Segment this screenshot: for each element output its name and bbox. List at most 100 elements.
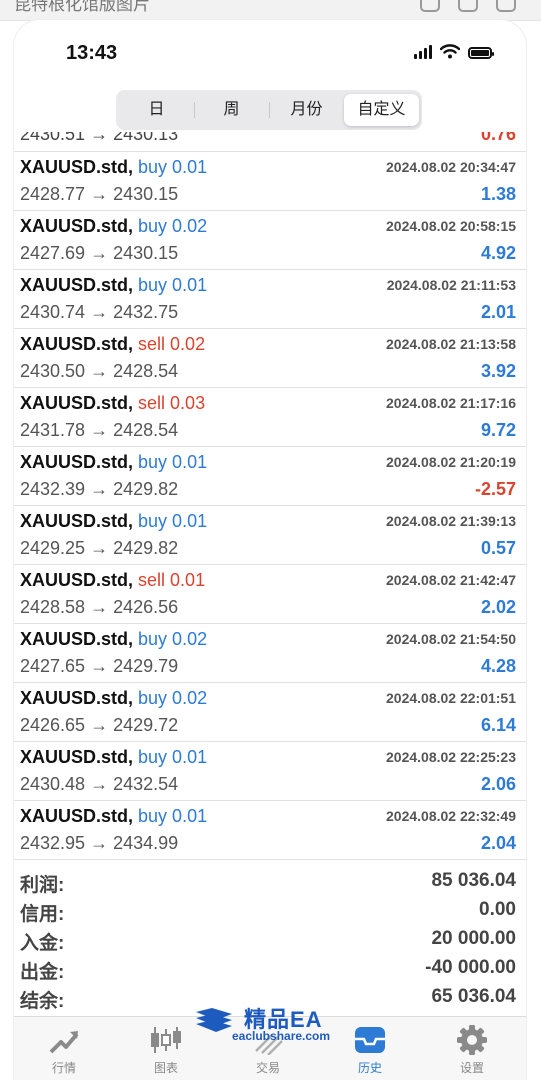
summary-value: 0.00 <box>479 899 516 920</box>
trade-side: buy 0.02 <box>138 629 208 649</box>
book-logo-icon <box>196 1008 232 1032</box>
trade-side: buy 0.01 <box>138 157 208 177</box>
trade-side: buy 0.01 <box>138 747 208 767</box>
trade-prices: 2432.39 → 2429.82 <box>20 479 179 499</box>
trade-symbol: XAUUSD.std, sell 0.01 <box>20 570 205 591</box>
summary-label: 结余: <box>20 991 65 1012</box>
trade-profit: 2.02 <box>480 597 516 617</box>
trade-time: 2024.08.02 22:25:23 <box>386 749 516 765</box>
period-tab-custom[interactable]: 自定义 <box>344 94 419 126</box>
list-item[interactable]: XAUUSD.std, buy 0.01 2024.08.02 22:25:23 2… <box>14 742 526 801</box>
period-tab-month[interactable]: 月份 <box>269 94 344 126</box>
trade-prices: 2430.50 → 2428.54 <box>20 361 179 381</box>
trade-profit: 4.92 <box>480 243 516 263</box>
quotes-icon <box>49 1031 79 1054</box>
trade-time: 2024.08.02 21:11:53 <box>386 277 516 293</box>
symbol-label: XAUUSD.std, <box>20 806 134 826</box>
trade-side: buy 0.01 <box>138 275 208 295</box>
symbol-label: XAUUSD.std, <box>20 511 134 531</box>
list-item[interactable]: XAUUSD.std, buy 0.01 2024.08.02 21:39:13 2… <box>14 506 526 565</box>
period-segmented-control: 日 周 月份 自定义 <box>116 90 422 130</box>
summary-value: 20 000.00 <box>431 928 516 949</box>
watermark-subtitle: eaclubshare.com <box>232 1029 331 1043</box>
trade-profit: 6.14 <box>480 715 516 735</box>
list-item[interactable]: XAUUSD.std, buy 0.02 2024.08.02 20:58:15 2… <box>14 211 526 270</box>
trade-profit: 0.57 <box>480 538 516 558</box>
trade-profit: 2.01 <box>480 302 516 322</box>
summary-value: 65 036.04 <box>431 986 516 1007</box>
list-item[interactable]: XAUUSD.std, buy 0.02 2024.08.02 21:54:50 2… <box>14 624 526 683</box>
list-item[interactable]: XAUUSD.std, sell 0.01 2024.08.02 21:42:47… <box>14 565 526 624</box>
trade-side: buy 0.02 <box>138 688 208 708</box>
trade-profit: 3.92 <box>480 361 516 381</box>
trade-time: 2024.08.02 20:34:47 <box>386 159 516 175</box>
symbol-label: XAUUSD.std, <box>20 452 134 472</box>
period-tab-week[interactable]: 周 <box>194 94 269 126</box>
summary-row-profit: 利润: 85 036.04 <box>14 868 526 897</box>
trade-side: buy 0.01 <box>138 511 208 531</box>
tab-label: 图表 <box>153 1061 178 1075</box>
trade-history-list: 2430.51 → 2430.13 0.76 XAUUSD.std, buy 0… <box>14 132 526 860</box>
trade-symbol: XAUUSD.std, sell 0.03 <box>20 393 205 414</box>
period-tab-day[interactable]: 日 <box>119 94 194 126</box>
list-item[interactable]: XAUUSD.std, buy 0.02 2024.08.02 22:01:51 2… <box>14 683 526 742</box>
list-item-partial[interactable]: 2430.51 → 2430.13 0.76 <box>14 132 526 152</box>
trade-time: 2024.08.02 21:42:47 <box>386 572 516 588</box>
trade-prices: 2427.69 → 2430.15 <box>20 243 179 263</box>
list-item[interactable]: XAUUSD.std, buy 0.01 2024.08.02 21:11:53 2… <box>14 270 526 329</box>
trade-side: sell 0.02 <box>138 334 206 354</box>
summary-row-credit: 信用: 0.00 <box>14 897 526 926</box>
summary-row-withdrawal: 出金: -40 000.00 <box>14 955 526 984</box>
trade-profit: 9.72 <box>480 420 516 440</box>
trade-time: 2024.08.02 21:13:58 <box>386 336 516 352</box>
trade-prices: 2430.74 → 2432.75 <box>20 302 179 322</box>
tab-settings[interactable]: 设置 <box>432 1023 512 1076</box>
window-button-icon <box>420 0 440 12</box>
trade-side: buy 0.02 <box>138 216 208 236</box>
screenshot-top-frame: 昆特根化馆版图片 <box>0 0 541 21</box>
trade-profit: -2.57 <box>474 479 516 499</box>
trade-time: 2024.08.02 21:54:50 <box>386 631 516 647</box>
tab-label: 设置 <box>459 1061 484 1075</box>
symbol-label: XAUUSD.std, <box>20 334 134 354</box>
list-item[interactable]: XAUUSD.std, buy 0.01 2024.08.02 20:34:47 2… <box>14 152 526 211</box>
trade-symbol: XAUUSD.std, sell 0.02 <box>20 334 205 355</box>
wifi-icon <box>440 44 460 59</box>
symbol-label: XAUUSD.std, <box>20 393 134 413</box>
account-summary: 利润: 85 036.04 信用: 0.00 入金: 20 000.00 出金:… <box>14 868 526 1013</box>
trade-prices: 2430.51 → 2430.13 <box>20 132 179 144</box>
list-item[interactable]: XAUUSD.std, sell 0.02 2024.08.02 21:13:58… <box>14 329 526 388</box>
list-item[interactable]: XAUUSD.std, sell 0.03 2024.08.02 21:17:16… <box>14 388 526 447</box>
trade-time: 2024.08.02 22:32:49 <box>386 808 516 824</box>
list-item[interactable]: XAUUSD.std, buy 0.01 2024.08.02 22:32:49 2… <box>14 801 526 860</box>
cellular-signal-icon <box>414 45 432 59</box>
list-item[interactable]: XAUUSD.std, buy 0.01 2024.08.02 21:20:19 2… <box>14 447 526 506</box>
trade-prices: 2432.95 → 2434.99 <box>20 833 179 853</box>
tab-quotes[interactable]: 行情 <box>24 1023 104 1076</box>
trade-symbol: XAUUSD.std, buy 0.02 <box>20 216 207 237</box>
trade-symbol: XAUUSD.std, buy 0.01 <box>20 275 207 296</box>
tab-label: 历史 <box>357 1061 382 1075</box>
summary-label: 信用: <box>20 904 65 925</box>
trade-profit: 1.38 <box>480 184 516 204</box>
window-button-icon <box>496 0 516 12</box>
trade-prices: 2426.65 → 2429.72 <box>20 715 179 735</box>
trade-side: sell 0.03 <box>138 393 206 413</box>
trade-profit: 4.28 <box>480 656 516 676</box>
trade-prices: 2431.78 → 2428.54 <box>20 420 179 440</box>
symbol-label: XAUUSD.std, <box>20 570 134 590</box>
summary-row-deposit: 入金: 20 000.00 <box>14 926 526 955</box>
phone-screen: 13:43 日 周 月份 自定义 2430.51 → 2430.13 0.76 … <box>14 20 526 1080</box>
window-caption: 昆特根化馆版图片 <box>14 0 150 14</box>
trade-symbol: XAUUSD.std, buy 0.02 <box>20 688 207 709</box>
status-icons <box>414 44 494 59</box>
trade-side: sell 0.01 <box>138 570 206 590</box>
status-bar: 13:43 <box>14 20 526 82</box>
trade-time: 2024.08.02 21:20:19 <box>386 454 516 470</box>
trade-symbol: XAUUSD.std, buy 0.01 <box>20 452 207 473</box>
summary-label: 入金: <box>20 933 65 954</box>
trade-side: buy 0.01 <box>138 806 208 826</box>
settings-icon <box>457 1025 487 1055</box>
trade-symbol: XAUUSD.std, buy 0.01 <box>20 511 207 532</box>
watermark-logo: 精品EA eaclubshare.com <box>192 1002 362 1046</box>
